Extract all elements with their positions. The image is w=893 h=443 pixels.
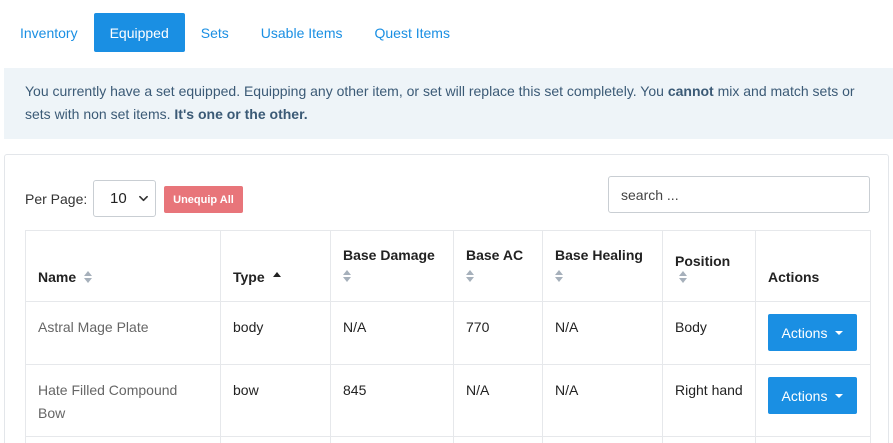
cell-empty bbox=[662, 436, 756, 443]
table-row: Hate Filled Compound Bow bow 845 N/A N/A… bbox=[25, 364, 871, 437]
per-page-value: 10 bbox=[110, 190, 127, 207]
cell-type: bow bbox=[220, 364, 331, 437]
column-header-base-healing[interactable]: Base Healing bbox=[542, 230, 663, 302]
column-header-position[interactable]: Position bbox=[662, 230, 756, 302]
column-header-type[interactable]: Type bbox=[220, 230, 331, 302]
set-equipped-alert: You currently have a set equipped. Equip… bbox=[4, 68, 893, 139]
tab-sets[interactable]: Sets bbox=[185, 13, 245, 52]
search-input[interactable] bbox=[608, 176, 870, 213]
table-row bbox=[25, 436, 871, 443]
cell-actions: Actions bbox=[755, 364, 871, 437]
actions-dropdown-button[interactable]: Actions bbox=[768, 377, 857, 414]
cell-empty bbox=[453, 436, 543, 443]
tab-equipped[interactable]: Equipped bbox=[93, 13, 185, 52]
equipped-card: Per Page: 10 Unequip All Name Type bbox=[4, 154, 889, 443]
column-header-position-label: Position bbox=[675, 253, 731, 269]
sort-icon bbox=[84, 271, 93, 284]
sort-icon bbox=[343, 270, 351, 282]
unequip-all-button[interactable]: Unequip All bbox=[164, 186, 243, 213]
cell-name: Astral Mage Plate bbox=[25, 301, 221, 365]
cell-actions: Actions bbox=[755, 301, 871, 365]
column-header-base-ac[interactable]: Base AC bbox=[453, 230, 543, 302]
column-header-actions-label: Actions bbox=[768, 269, 820, 285]
per-page-select[interactable]: 10 bbox=[93, 180, 156, 217]
cell-name: Hate Filled Compound Bow bbox=[25, 364, 221, 437]
per-page-label: Per Page: bbox=[25, 191, 88, 207]
actions-button-label: Actions bbox=[781, 387, 828, 404]
sort-icon bbox=[555, 270, 563, 282]
actions-dropdown-button[interactable]: Actions bbox=[768, 314, 857, 351]
sort-ascending-icon bbox=[272, 272, 281, 278]
equipped-table: Name Type Base Damage Base AC Base Heali… bbox=[25, 230, 871, 443]
cell-empty bbox=[542, 436, 663, 443]
table-row: Astral Mage Plate body N/A 770 N/A Body … bbox=[25, 301, 871, 365]
column-header-base-damage-label: Base Damage bbox=[343, 247, 435, 263]
column-header-base-healing-label: Base Healing bbox=[555, 247, 643, 263]
cell-position: Right hand bbox=[662, 364, 756, 437]
cell-empty bbox=[25, 436, 221, 443]
column-header-base-damage[interactable]: Base Damage bbox=[330, 230, 454, 302]
cell-empty bbox=[330, 436, 454, 443]
column-header-actions: Actions bbox=[755, 230, 871, 302]
cell-base-healing: N/A bbox=[542, 364, 663, 437]
actions-button-label: Actions bbox=[781, 324, 828, 341]
caret-down-icon bbox=[835, 330, 844, 335]
cell-base-ac: N/A bbox=[453, 364, 543, 437]
cell-empty bbox=[220, 436, 331, 443]
chevron-down-icon bbox=[139, 195, 148, 202]
cell-position: Body bbox=[662, 301, 756, 365]
cell-base-healing: N/A bbox=[542, 301, 663, 365]
column-header-base-ac-label: Base AC bbox=[466, 247, 524, 263]
alert-bold-cannot: cannot bbox=[667, 83, 714, 99]
cell-empty bbox=[755, 436, 871, 443]
cell-type: body bbox=[220, 301, 331, 365]
column-header-name[interactable]: Name bbox=[25, 230, 221, 302]
alert-bold-one-or-other: It's one or the other. bbox=[174, 106, 308, 122]
tab-bar: Inventory Equipped Sets Usable Items Que… bbox=[4, 13, 466, 52]
tab-inventory[interactable]: Inventory bbox=[4, 13, 94, 52]
column-header-name-label: Name bbox=[38, 269, 77, 285]
caret-down-icon bbox=[835, 393, 844, 398]
tab-quest-items[interactable]: Quest Items bbox=[358, 13, 465, 52]
tab-usable-items[interactable]: Usable Items bbox=[245, 13, 359, 52]
cell-base-damage: N/A bbox=[330, 301, 454, 365]
sort-icon bbox=[679, 271, 687, 284]
column-header-type-label: Type bbox=[233, 269, 265, 285]
alert-text-1: You currently have a set equipped. Equip… bbox=[25, 83, 668, 99]
sort-icon bbox=[466, 270, 474, 282]
cell-base-damage: 845 bbox=[330, 364, 454, 437]
cell-base-ac: 770 bbox=[453, 301, 543, 365]
